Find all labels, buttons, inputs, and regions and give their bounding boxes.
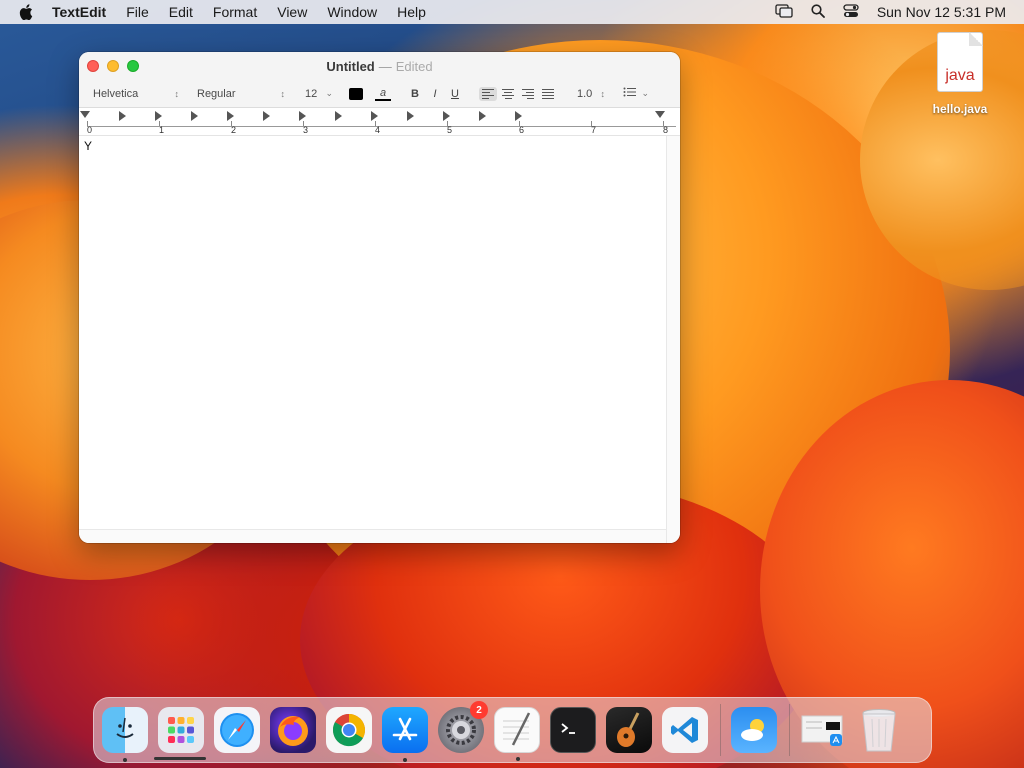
format-toolbar: Helvetica ↕ Regular ↕ 12 ⌄ a B I U 1.0 ↕ — [79, 80, 680, 108]
minimize-window-button[interactable] — [107, 60, 119, 72]
menu-format[interactable]: Format — [213, 4, 257, 20]
file-extension-label: java — [945, 67, 975, 84]
font-style-value: Regular — [197, 87, 236, 100]
tab-stop-icon[interactable] — [155, 111, 162, 121]
tab-stop-icon[interactable] — [227, 111, 234, 121]
horizontal-scrollbar[interactable] — [79, 529, 666, 543]
ruler-number: 5 — [447, 125, 453, 135]
downloads-stack-icon[interactable] — [800, 707, 846, 753]
tab-stop-icon[interactable] — [299, 111, 306, 121]
tab-stop-icon[interactable] — [335, 111, 342, 121]
background-color-well[interactable]: a — [375, 87, 391, 101]
trash-icon[interactable] — [856, 707, 902, 753]
vscode-icon[interactable] — [662, 707, 708, 753]
document-text-area[interactable]: Y — [79, 136, 666, 529]
vertical-scrollbar[interactable] — [666, 136, 680, 543]
text-color-well[interactable] — [349, 87, 363, 100]
desktop-file-hello-java[interactable]: java hello.java — [918, 32, 1002, 116]
app-store-icon[interactable] — [382, 707, 428, 762]
dock-separator — [720, 704, 721, 756]
ruler-number: 4 — [375, 125, 381, 135]
align-left-icon[interactable] — [479, 86, 497, 101]
line-spacing-popup[interactable]: 1.0 ↕ — [571, 85, 611, 103]
first-line-indent-marker-icon[interactable] — [80, 111, 90, 118]
dock: 2 — [93, 697, 932, 763]
document-status: Edited — [395, 58, 433, 74]
ruler-number: 8 — [663, 125, 669, 135]
updown-chevron-icon: ↕ — [174, 88, 180, 99]
alignment-control — [479, 86, 557, 101]
ruler-number: 2 — [231, 125, 237, 135]
chevron-down-icon: ⌄ — [641, 88, 649, 98]
spotlight-search-icon[interactable] — [811, 3, 825, 21]
tab-stop-icon[interactable] — [443, 111, 450, 121]
document-ruler[interactable]: 0 1 2 3 4 5 6 7 8 — [79, 108, 680, 136]
safari-icon[interactable] — [214, 707, 260, 753]
menu-help[interactable]: Help — [397, 4, 426, 20]
ruler-number: 7 — [591, 125, 597, 135]
window-title: Untitled — Edited — [326, 59, 432, 74]
font-family-value: Helvetica — [93, 87, 139, 100]
font-style-popup[interactable]: Regular ↕ — [191, 85, 291, 103]
control-center-icon[interactable] — [843, 3, 859, 21]
chevron-down-icon: ⌄ — [325, 88, 333, 98]
window-titlebar[interactable]: Untitled — Edited — [79, 52, 680, 80]
document-name: Untitled — [326, 58, 375, 74]
font-size-combo[interactable]: 12 ⌄ — [299, 85, 339, 103]
font-family-popup[interactable]: Helvetica ↕ — [87, 85, 185, 103]
java-file-icon: java — [937, 32, 983, 92]
tab-stop-icon[interactable] — [119, 111, 126, 121]
title-separator: — — [378, 58, 392, 74]
textedit-icon[interactable] — [494, 707, 540, 761]
desktop-file-label: hello.java — [932, 102, 988, 116]
zoom-window-button[interactable] — [127, 60, 139, 72]
ruler-number: 3 — [303, 125, 309, 135]
menu-file[interactable]: File — [126, 4, 149, 20]
firefox-icon[interactable] — [270, 707, 316, 753]
align-right-icon[interactable] — [519, 87, 537, 101]
tab-stop-icon[interactable] — [371, 111, 378, 121]
right-margin-marker-icon[interactable] — [655, 111, 665, 118]
line-spacing-value: 1.0 — [577, 87, 593, 100]
system-settings-icon[interactable]: 2 — [438, 701, 488, 753]
menu-window[interactable]: Window — [327, 4, 377, 20]
tab-stop-icon[interactable] — [407, 111, 414, 121]
ruler-number: 6 — [519, 125, 525, 135]
launchpad-active-indicator — [154, 757, 206, 760]
document-text: Y — [84, 139, 93, 153]
menu-edit[interactable]: Edit — [169, 4, 193, 20]
menu-bar-clock[interactable]: Sun Nov 12 5:31 PM — [877, 4, 1006, 20]
garageband-icon[interactable] — [606, 707, 652, 753]
tab-stop-icon[interactable] — [263, 111, 270, 121]
chrome-icon[interactable] — [326, 707, 372, 753]
terminal-icon[interactable] — [550, 707, 596, 753]
updown-chevron-icon: ↕ — [280, 88, 286, 99]
launchpad-icon[interactable] — [158, 707, 204, 753]
app-menu-textedit[interactable]: TextEdit — [52, 4, 106, 20]
menu-bar: TextEdit File Edit Format View Window He… — [0, 0, 1024, 24]
apple-menu-icon[interactable] — [16, 2, 36, 22]
menu-view[interactable]: View — [277, 4, 307, 20]
align-justify-icon[interactable] — [539, 87, 557, 101]
tab-stop-icon[interactable] — [479, 111, 486, 121]
font-size-value: 12 — [305, 87, 318, 100]
align-center-icon[interactable] — [499, 87, 517, 101]
dock-separator — [789, 704, 790, 756]
list-style-popup[interactable]: ⌄ — [617, 85, 655, 103]
underline-button[interactable]: U — [445, 88, 465, 100]
finder-icon[interactable] — [102, 707, 148, 762]
tab-stop-icon[interactable] — [191, 111, 198, 121]
italic-button[interactable]: I — [425, 88, 445, 100]
bulleted-list-icon — [623, 87, 637, 100]
screen-mirroring-icon[interactable] — [775, 3, 793, 21]
updown-chevron-icon: ↕ — [600, 88, 606, 99]
notification-badge: 2 — [470, 701, 488, 719]
weather-icon[interactable] — [731, 707, 777, 753]
tab-stop-icon[interactable] — [515, 111, 522, 121]
bold-button[interactable]: B — [405, 88, 425, 100]
ruler-number: 0 — [87, 125, 93, 135]
close-window-button[interactable] — [87, 60, 99, 72]
textedit-window: Untitled — Edited Helvetica ↕ Regular ↕ 12… — [79, 52, 680, 543]
ruler-number: 1 — [159, 125, 165, 135]
